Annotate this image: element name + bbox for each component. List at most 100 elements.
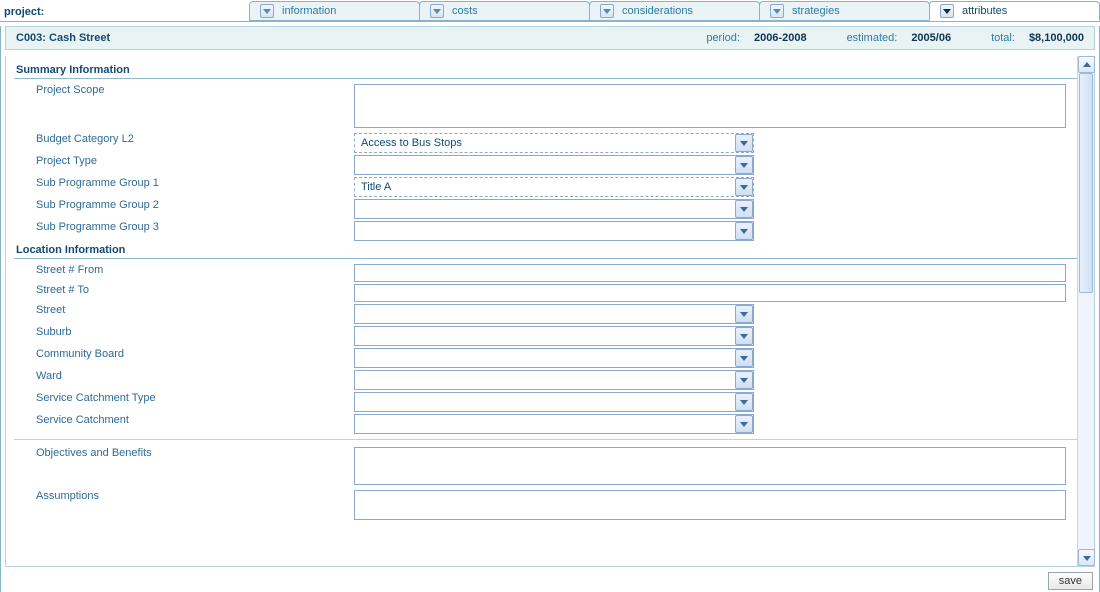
vertical-scrollbar[interactable] (1077, 56, 1094, 566)
label-sub-prog-2: Sub Programme Group 2 (14, 199, 354, 211)
row-ward: Ward (14, 369, 1086, 391)
total-kv: total: $8,100,000 (991, 32, 1084, 44)
tab-costs[interactable]: costs (419, 1, 590, 21)
tab-label: considerations (622, 5, 693, 17)
select-value: Access to Bus Stops (355, 137, 735, 149)
period-value: 2006-2008 (754, 32, 807, 44)
chevron-down-icon (735, 178, 753, 196)
tab-bar-label: project: (0, 3, 250, 21)
label-suburb: Suburb (14, 326, 354, 338)
estimated-value: 2005/06 (911, 32, 951, 44)
row-street-to: Street # To (14, 283, 1086, 303)
row-svc-catchment: Service Catchment (14, 413, 1086, 435)
objectives-textarea[interactable] (354, 447, 1066, 485)
label-assumptions: Assumptions (14, 490, 354, 502)
arrow-down-icon (940, 4, 954, 18)
form-pane: Summary Information Project Scope Budget… (6, 56, 1094, 566)
row-budget-cat: Budget Category L2 Access to Bus Stops (14, 132, 1086, 154)
chevron-down-icon (735, 415, 753, 433)
scroll-up-button[interactable] (1078, 56, 1095, 73)
project-label: project: (4, 6, 44, 18)
label-svc-catchment: Service Catchment (14, 414, 354, 426)
estimated-label: estimated: (847, 32, 898, 44)
project-type-select[interactable] (354, 155, 754, 175)
row-sub-prog-1: Sub Programme Group 1 Title A (14, 176, 1086, 198)
row-project-scope: Project Scope (14, 83, 1086, 132)
label-community-board: Community Board (14, 348, 354, 360)
label-svc-catchment-type: Service Catchment Type (14, 392, 354, 404)
chevron-down-icon (735, 222, 753, 240)
total-label: total: (991, 32, 1015, 44)
scroll-thumb[interactable] (1079, 73, 1093, 293)
street-from-input[interactable] (354, 264, 1066, 282)
content-frame: C003: Cash Street period: 2006-2008 esti… (0, 26, 1100, 592)
chevron-down-icon (735, 371, 753, 389)
assumptions-textarea[interactable] (354, 490, 1066, 520)
row-suburb: Suburb (14, 325, 1086, 347)
estimated-kv: estimated: 2005/06 (847, 32, 952, 44)
arrow-down-icon (430, 4, 444, 18)
label-sub-prog-1: Sub Programme Group 1 (14, 177, 354, 189)
scroll-down-button[interactable] (1078, 549, 1095, 566)
street-select[interactable] (354, 304, 754, 324)
ward-select[interactable] (354, 370, 754, 390)
period-kv: period: 2006-2008 (706, 32, 806, 44)
sub-programme-3-select[interactable] (354, 221, 754, 241)
tab-label: costs (452, 5, 478, 17)
save-button[interactable]: save (1048, 572, 1093, 590)
label-street-to: Street # To (14, 284, 354, 296)
label-budget-cat: Budget Category L2 (14, 133, 354, 145)
project-title: C003: Cash Street (16, 32, 110, 44)
row-street: Street (14, 303, 1086, 325)
project-scope-textarea[interactable] (354, 84, 1066, 128)
chevron-down-icon (735, 134, 753, 152)
tab-label: strategies (792, 5, 840, 17)
tab-label: attributes (962, 5, 1007, 17)
tab-information[interactable]: information (249, 1, 420, 21)
suburb-select[interactable] (354, 326, 754, 346)
community-board-select[interactable] (354, 348, 754, 368)
tab-bar: project: information costs consideration… (0, 0, 1100, 22)
row-svc-catchment-type: Service Catchment Type (14, 391, 1086, 413)
chevron-down-icon (735, 349, 753, 367)
label-street: Street (14, 304, 354, 316)
row-sub-prog-3: Sub Programme Group 3 (14, 220, 1086, 242)
street-to-input[interactable] (354, 284, 1066, 302)
scroll-track[interactable] (1079, 73, 1094, 549)
tab-considerations[interactable]: considerations (589, 1, 760, 21)
row-street-from: Street # From (14, 263, 1086, 283)
select-value: Title A (355, 181, 735, 193)
section-summary-title: Summary Information (14, 60, 1086, 78)
sub-programme-2-select[interactable] (354, 199, 754, 219)
arrow-down-icon (770, 4, 784, 18)
service-catchment-type-select[interactable] (354, 392, 754, 412)
pane-wrap: Summary Information Project Scope Budget… (5, 56, 1095, 567)
label-sub-prog-3: Sub Programme Group 3 (14, 221, 354, 233)
chevron-down-icon (735, 327, 753, 345)
label-ward: Ward (14, 370, 354, 382)
chevron-down-icon (735, 393, 753, 411)
row-community-board: Community Board (14, 347, 1086, 369)
total-value: $8,100,000 (1029, 32, 1084, 44)
budget-category-select[interactable]: Access to Bus Stops (354, 133, 754, 153)
label-project-type: Project Type (14, 155, 354, 167)
label-project-scope: Project Scope (14, 84, 354, 96)
row-sub-prog-2: Sub Programme Group 2 (14, 198, 1086, 220)
subheader: C003: Cash Street period: 2006-2008 esti… (5, 26, 1095, 50)
label-objectives: Objectives and Benefits (14, 447, 354, 459)
row-project-type: Project Type (14, 154, 1086, 176)
chevron-down-icon (735, 200, 753, 218)
arrow-down-icon (260, 4, 274, 18)
service-catchment-select[interactable] (354, 414, 754, 434)
row-objectives: Objectives and Benefits (14, 446, 1086, 489)
chevron-down-icon (735, 156, 753, 174)
footer: save (1048, 572, 1093, 590)
sub-programme-1-select[interactable]: Title A (354, 177, 754, 197)
label-street-from: Street # From (14, 264, 354, 276)
tab-attributes[interactable]: attributes (929, 1, 1100, 21)
section-location-title: Location Information (14, 242, 1086, 258)
tab-strategies[interactable]: strategies (759, 1, 930, 21)
tab-label: information (282, 5, 336, 17)
arrow-down-icon (600, 4, 614, 18)
period-label: period: (706, 32, 740, 44)
